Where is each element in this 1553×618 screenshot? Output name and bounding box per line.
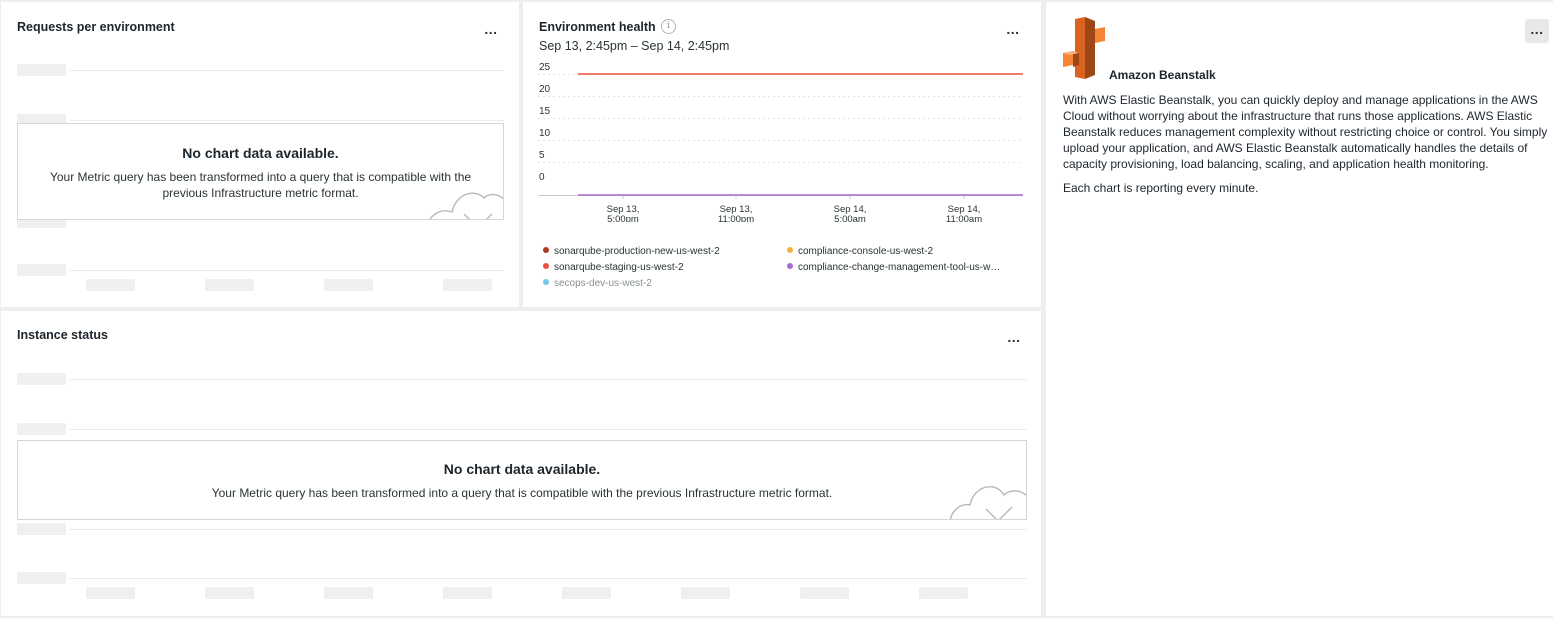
aws-elastic-beanstalk-logo bbox=[1063, 17, 1105, 79]
legend-label: compliance-console-us-west-2 bbox=[798, 246, 934, 257]
y-tick-label: 20 bbox=[539, 84, 551, 95]
panel-title: Instance status bbox=[17, 328, 109, 342]
beanstalk-info-panel: Amazon Beanstalk ... With AWS Elastic Be… bbox=[1046, 2, 1553, 616]
legend-item[interactable]: secops-dev-us-west-2 bbox=[543, 278, 652, 289]
y-tick-label: 10 bbox=[539, 128, 551, 139]
no-data-description: Your Metric query has been transformed i… bbox=[211, 486, 833, 500]
info-icon[interactable]: i bbox=[661, 19, 676, 34]
legend-label: sonarqube-staging-us-west-2 bbox=[554, 262, 684, 273]
cloud-icon bbox=[429, 192, 503, 219]
legend-color-dot bbox=[543, 247, 549, 253]
x-tick-label: 11:00am bbox=[946, 214, 982, 222]
environment-health-panel: Environment health i Sep 13, 2:45pm – Se… bbox=[523, 2, 1041, 307]
panel-menu-button[interactable]: ... bbox=[1002, 327, 1026, 351]
panel-menu-button[interactable]: ... bbox=[1001, 19, 1025, 43]
x-tick-label: 5:00am bbox=[834, 214, 866, 222]
x-tick-label: 5:00pm bbox=[607, 214, 639, 222]
no-chart-data-message: No chart data available. Your Metric que… bbox=[17, 440, 1027, 520]
panel-menu-button[interactable]: ... bbox=[1525, 19, 1549, 43]
cloud-icon bbox=[949, 486, 1026, 519]
description-paragraph: Each chart is reporting every minute. bbox=[1063, 181, 1259, 195]
no-data-description: Your Metric query has been transformed i… bbox=[49, 170, 472, 200]
no-data-title: No chart data available. bbox=[182, 145, 339, 161]
description-paragraph: With AWS Elastic Beanstalk, you can quic… bbox=[1063, 93, 1548, 171]
panel-menu-button[interactable]: ... bbox=[479, 19, 503, 43]
instance-status-panel: Instance status ... No chart data availa… bbox=[1, 311, 1041, 616]
legend-label: sonarqube-production-new-us-west-2 bbox=[554, 246, 720, 257]
y-tick-label: 5 bbox=[539, 150, 545, 161]
legend-item[interactable]: sonarqube-production-new-us-west-2 bbox=[543, 246, 720, 257]
integration-title: Amazon Beanstalk bbox=[1109, 68, 1216, 82]
legend-item[interactable]: compliance-change-management-tool-us-w… bbox=[787, 262, 1000, 273]
legend-item[interactable]: compliance-console-us-west-2 bbox=[787, 246, 933, 257]
x-tick-label: 11:00pm bbox=[718, 214, 754, 222]
requests-per-environment-panel: Requests per environment ... No chart da… bbox=[1, 2, 519, 307]
time-range: Sep 13, 2:45pm – Sep 14, 2:45pm bbox=[539, 39, 730, 53]
environment-health-chart: 2520151050Sep 13,5:00pmSep 13,11:00pmSep… bbox=[538, 62, 1023, 222]
legend-label: compliance-change-management-tool-us-w… bbox=[798, 262, 1001, 273]
legend-item[interactable]: sonarqube-staging-us-west-2 bbox=[543, 262, 684, 273]
y-tick-label: 15 bbox=[539, 106, 551, 117]
legend-color-dot bbox=[787, 263, 793, 269]
panel-title: Environment health bbox=[539, 20, 656, 34]
integration-description: With AWS Elastic Beanstalk, you can quic… bbox=[1063, 92, 1548, 204]
no-chart-data-message: No chart data available. Your Metric que… bbox=[17, 123, 504, 220]
y-tick-label: 25 bbox=[539, 62, 551, 73]
legend-color-dot bbox=[543, 263, 549, 269]
legend-color-dot bbox=[543, 279, 549, 285]
legend-label: secops-dev-us-west-2 bbox=[554, 278, 652, 289]
y-tick-label: 0 bbox=[539, 172, 545, 183]
panel-title: Requests per environment bbox=[17, 20, 175, 34]
no-data-title: No chart data available. bbox=[443, 461, 601, 477]
legend-color-dot bbox=[787, 247, 793, 253]
